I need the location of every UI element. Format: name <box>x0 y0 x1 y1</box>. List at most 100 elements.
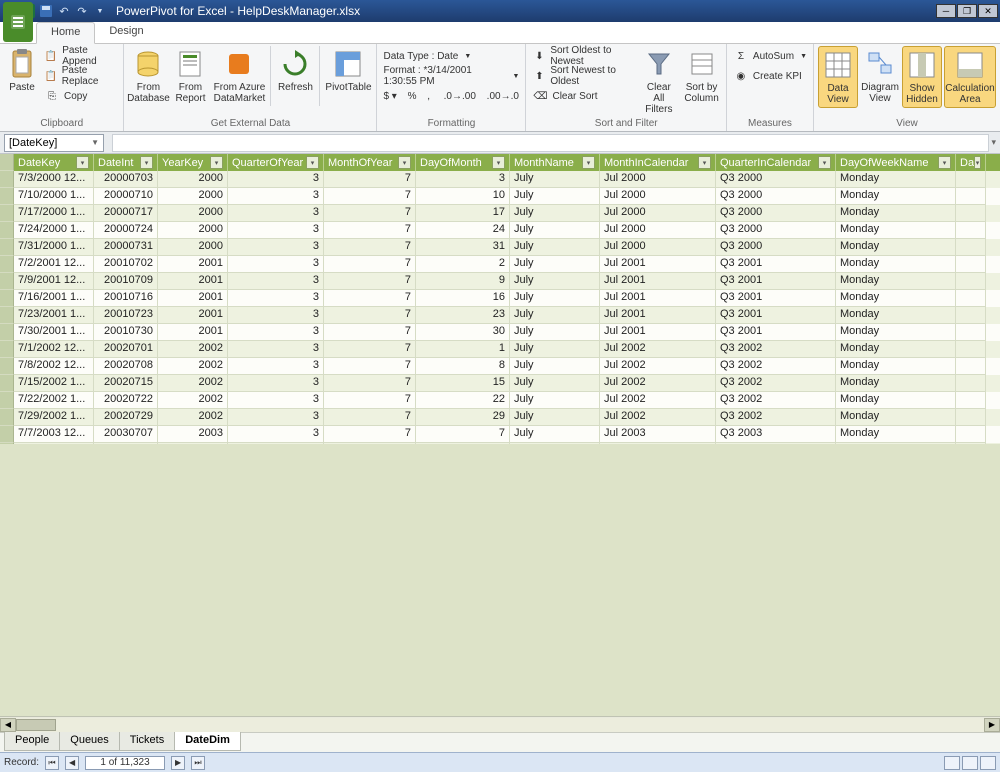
table-row[interactable]: 7/1/2002 12...200207012002371JulyJul 200… <box>0 341 1000 358</box>
cell[interactable]: July <box>510 409 600 426</box>
cell[interactable]: Q3 2000 <box>716 205 836 222</box>
table-row[interactable]: 7/30/2001 1...2001073020013730JulyJul 20… <box>0 324 1000 341</box>
view-mode-3-button[interactable] <box>980 756 996 770</box>
row-handle[interactable] <box>0 256 14 273</box>
filter-dropdown-icon[interactable]: ▾ <box>398 156 411 169</box>
cell[interactable] <box>956 392 986 409</box>
cell[interactable]: July <box>510 171 600 188</box>
sort-newest-button[interactable]: ⬆Sort Newest to Oldest <box>530 66 636 86</box>
cell[interactable]: 2000 <box>158 188 228 205</box>
column-header-dayofmonth[interactable]: DayOfMonth▾ <box>416 154 510 171</box>
row-handle[interactable] <box>0 205 14 222</box>
cell[interactable]: Q3 2001 <box>716 256 836 273</box>
cell[interactable]: 20020715 <box>94 375 158 392</box>
select-all-corner[interactable] <box>0 154 14 171</box>
record-position-input[interactable]: 1 of 11,323 <box>85 756 165 770</box>
show-hidden-button[interactable]: Show Hidden <box>902 46 942 108</box>
cell[interactable]: 20020729 <box>94 409 158 426</box>
calc-area-button[interactable]: Calculation Area <box>944 46 996 108</box>
cell[interactable]: 3 <box>228 188 324 205</box>
cell[interactable]: 20010723 <box>94 307 158 324</box>
cell[interactable]: 3 <box>228 171 324 188</box>
cell[interactable]: Jul 2000 <box>600 239 716 256</box>
cell[interactable] <box>956 171 986 188</box>
percent-button[interactable]: % <box>408 91 417 102</box>
cell[interactable]: Jul 2000 <box>600 171 716 188</box>
qat-dropdown-icon[interactable]: ▼ <box>92 3 108 19</box>
cell[interactable]: 7/15/2002 1... <box>14 375 94 392</box>
cell[interactable]: Q3 2002 <box>716 358 836 375</box>
cell[interactable]: 7 <box>324 375 416 392</box>
filter-dropdown-icon[interactable]: ▾ <box>582 156 595 169</box>
column-header-yearkey[interactable]: YearKey▾ <box>158 154 228 171</box>
cell[interactable]: 2002 <box>158 375 228 392</box>
cell[interactable]: 7 <box>324 392 416 409</box>
cell[interactable]: 2003 <box>158 426 228 443</box>
cell[interactable]: Monday <box>836 358 956 375</box>
table-row[interactable]: 7/10/2000 1...2000071020003710JulyJul 20… <box>0 188 1000 205</box>
cell[interactable]: 2002 <box>158 409 228 426</box>
cell[interactable]: 7 <box>324 409 416 426</box>
formula-input[interactable] <box>112 134 989 152</box>
sort-oldest-button[interactable]: ⬇Sort Oldest to Newest <box>530 46 636 66</box>
cell[interactable]: July <box>510 358 600 375</box>
clear-sort-button[interactable]: ⌫Clear Sort <box>530 86 636 106</box>
row-handle[interactable] <box>0 188 14 205</box>
cell[interactable]: 7 <box>324 290 416 307</box>
cell[interactable]: Q3 2000 <box>716 239 836 256</box>
cell[interactable]: 7 <box>324 171 416 188</box>
column-header-monthincalendar[interactable]: MonthInCalendar▾ <box>600 154 716 171</box>
cell[interactable] <box>956 205 986 222</box>
cell[interactable]: 20020701 <box>94 341 158 358</box>
autosum-button[interactable]: ΣAutoSum▼ <box>731 46 809 66</box>
column-header-quarterincalendar[interactable]: QuarterInCalendar▾ <box>716 154 836 171</box>
cell[interactable]: Monday <box>836 409 956 426</box>
datatype-selector[interactable]: Data Type : Date▼ <box>381 46 521 66</box>
cell[interactable]: 2000 <box>158 239 228 256</box>
cell[interactable]: July <box>510 205 600 222</box>
cell[interactable]: 2 <box>416 256 510 273</box>
cell[interactable] <box>956 188 986 205</box>
cell[interactable]: 3 <box>228 392 324 409</box>
cell[interactable]: 7/3/2000 12... <box>14 171 94 188</box>
scroll-track[interactable] <box>16 718 984 732</box>
cell[interactable]: 7/16/2001 1... <box>14 290 94 307</box>
cell[interactable] <box>956 341 986 358</box>
record-first-button[interactable]: ⏮ <box>45 756 59 770</box>
row-handle[interactable] <box>0 409 14 426</box>
cell[interactable]: 7/30/2001 1... <box>14 324 94 341</box>
record-prev-button[interactable]: ◀ <box>65 756 79 770</box>
cell[interactable]: 7/10/2000 1... <box>14 188 94 205</box>
cell[interactable]: 20000731 <box>94 239 158 256</box>
cell[interactable]: 7 <box>324 205 416 222</box>
cell[interactable]: Q3 2001 <box>716 290 836 307</box>
column-header-quarterofyear[interactable]: QuarterOfYear▾ <box>228 154 324 171</box>
cell[interactable]: 7 <box>324 239 416 256</box>
cell[interactable]: Jul 2001 <box>600 290 716 307</box>
from-azure-button[interactable]: From Azure DataMarket <box>212 46 266 106</box>
row-handle[interactable] <box>0 375 14 392</box>
table-row[interactable]: 7/15/2002 1...2002071520023715JulyJul 20… <box>0 375 1000 392</box>
cell[interactable]: Jul 2002 <box>600 375 716 392</box>
table-row[interactable]: 7/2/2001 12...200107022001372JulyJul 200… <box>0 256 1000 273</box>
sheet-tab-tickets[interactable]: Tickets <box>119 732 175 751</box>
cell[interactable]: 2001 <box>158 307 228 324</box>
undo-icon[interactable]: ↶ <box>56 3 72 19</box>
cell[interactable]: 30 <box>416 324 510 341</box>
cell[interactable]: Monday <box>836 273 956 290</box>
cell[interactable]: 20020722 <box>94 392 158 409</box>
comma-button[interactable]: , <box>427 91 430 102</box>
cell[interactable]: 20000703 <box>94 171 158 188</box>
diagram-view-button[interactable]: Diagram View <box>860 46 900 106</box>
redo-icon[interactable]: ↷ <box>74 3 90 19</box>
cell[interactable] <box>956 358 986 375</box>
scroll-left-button[interactable]: ◀ <box>0 718 16 732</box>
cell[interactable]: Monday <box>836 307 956 324</box>
cell[interactable]: 7/7/2003 12... <box>14 426 94 443</box>
data-view-button[interactable]: Data View <box>818 46 858 108</box>
cell[interactable]: 2001 <box>158 273 228 290</box>
clear-filters-button[interactable]: Clear All Filters <box>638 46 679 117</box>
cell[interactable]: 20010730 <box>94 324 158 341</box>
cell[interactable]: Monday <box>836 256 956 273</box>
cell[interactable]: Jul 2001 <box>600 307 716 324</box>
